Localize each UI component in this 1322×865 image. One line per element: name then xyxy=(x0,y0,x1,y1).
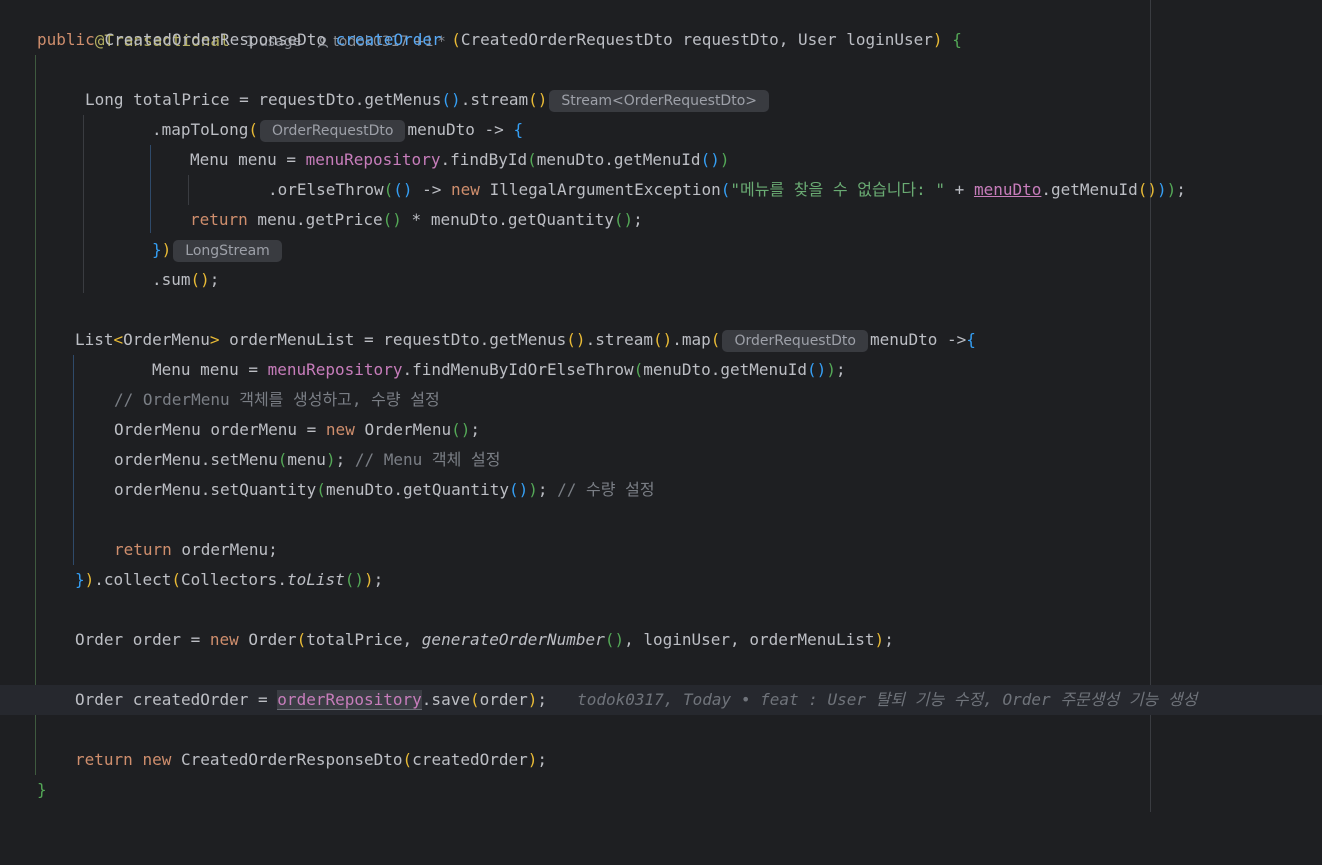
method-params: CreatedOrderRequestDto requestDto, User … xyxy=(460,30,933,49)
code-text: order xyxy=(479,690,528,709)
code-text: orderMenu; xyxy=(171,540,278,559)
code-line: @Transactional 1 usage todok0317 +1 * xyxy=(0,0,1322,50)
code-text: CreatedOrderResponseDto xyxy=(171,750,403,769)
field-reference[interactable]: orderRepository xyxy=(277,690,422,710)
static-method: generateOrderNumber xyxy=(421,630,605,649)
code-line: Menu menu = menuRepository.findById(menu… xyxy=(190,150,730,169)
code-text: .orElseThrow xyxy=(268,180,384,199)
code-line: Long totalPrice = requestDto.getMenus().… xyxy=(0,85,1322,115)
code-text: Menu menu = xyxy=(152,360,268,379)
code-text: menu.getPrice xyxy=(247,210,383,229)
code-text: , loginUser, orderMenuList xyxy=(624,630,875,649)
code-comment: // Menu 객체 설정 xyxy=(354,450,501,469)
code-line: public CreatedOrderResponseDto createOrd… xyxy=(37,30,962,49)
code-line: }) LongStream xyxy=(0,235,1322,265)
code-text: OrderMenu xyxy=(354,420,452,439)
code-line: Menu menu = menuRepository.findMenuByIdO… xyxy=(152,360,846,379)
code-text: .findById xyxy=(440,150,528,169)
static-method: toList xyxy=(286,570,345,589)
keyword: new xyxy=(325,420,355,439)
method-name[interactable]: createOrder xyxy=(336,30,442,49)
current-code-line: Order createdOrder = orderRepository.sav… xyxy=(0,685,1322,715)
type-name: CreatedOrderResponseDto xyxy=(104,30,326,49)
code-line: } xyxy=(0,775,1322,805)
type-hint: Stream<OrderRequestDto> xyxy=(549,89,769,112)
code-line: Order order = new Order(totalPrice, gene… xyxy=(75,630,894,649)
code-line: OrderMenu orderMenu = new OrderMenu(); xyxy=(114,420,481,439)
code-text: Order createdOrder = xyxy=(75,690,278,709)
keyword: new xyxy=(142,750,172,769)
code-text: totalPrice, xyxy=(306,630,422,649)
code-text: .stream xyxy=(460,90,529,109)
keyword: new xyxy=(209,630,239,649)
type-hint: LongStream xyxy=(173,239,282,262)
code-text: .getMenuId xyxy=(1041,180,1138,199)
code-text: Collectors. xyxy=(180,570,287,589)
captured-variable[interactable]: menuDto xyxy=(974,180,1041,199)
code-line: orderMenu.setQuantity(menuDto.getQuantit… xyxy=(114,480,655,499)
code-text: .map xyxy=(672,330,711,349)
code-text: -> xyxy=(412,180,452,199)
git-blame-annotation[interactable]: todok0317, Today • feat : User 탈퇴 기능 수정,… xyxy=(577,690,1197,709)
code-text: .sum xyxy=(152,270,191,289)
code-text: menuDto.getQuantity xyxy=(325,480,509,499)
field-reference[interactable]: menuRepository xyxy=(268,360,403,379)
code-text: OrderMenu orderMenu = xyxy=(114,420,326,439)
code-text: .stream xyxy=(585,330,653,349)
code-text: menuDto.getMenuId xyxy=(643,360,808,379)
code-comment: // 수량 설정 xyxy=(557,480,655,499)
code-text: .collect xyxy=(94,570,172,589)
code-text: menuDto.getMenuId xyxy=(536,150,701,169)
code-line: }).collect(Collectors.toList()); xyxy=(75,570,384,589)
code-text: + xyxy=(945,180,974,199)
code-text: Order order = xyxy=(75,630,210,649)
code-text: IllegalArgumentException xyxy=(479,180,721,199)
code-comment: // OrderMenu 객체를 생성하고, 수량 설정 xyxy=(114,390,440,409)
code-line: .sum(); xyxy=(152,270,220,289)
keyword: return xyxy=(190,210,248,229)
field-reference[interactable]: menuRepository xyxy=(306,150,441,169)
type-hint: OrderRequestDto xyxy=(259,119,406,142)
code-line: .orElseThrow(() -> new IllegalArgumentEx… xyxy=(268,180,1186,199)
string-literal: "메뉴를 찾을 수 없습니다: " xyxy=(730,180,946,199)
code-text: Menu menu = xyxy=(190,150,306,169)
code-text: menuDto -> xyxy=(869,330,967,349)
code-text: Order xyxy=(238,630,297,649)
code-text: * menuDto.getQuantity xyxy=(401,210,614,229)
code-text: orderMenu.setQuantity xyxy=(114,480,317,499)
code-text: .mapToLong xyxy=(152,120,249,139)
code-line: return menu.getPrice() * menuDto.getQuan… xyxy=(190,210,643,229)
code-text: Long totalPrice = requestDto.getMenus xyxy=(85,90,442,109)
code-line: List<OrderMenu> orderMenuList = requestD… xyxy=(0,325,1322,355)
code-text: menuDto -> xyxy=(407,120,514,139)
code-line: // OrderMenu 객체를 생성하고, 수량 설정 xyxy=(0,385,1322,415)
keyword: return xyxy=(114,540,172,559)
closing-brace: } xyxy=(37,780,47,799)
code-line: .mapToLong(OrderRequestDto menuDto -> { xyxy=(0,115,1322,145)
code-text: menu xyxy=(287,450,326,469)
code-line: return new CreatedOrderResponseDto(creat… xyxy=(75,750,548,769)
code-text: List xyxy=(75,330,114,349)
keyword: public xyxy=(37,30,95,49)
code-line: return orderMenu; xyxy=(0,535,1322,565)
code-text: orderMenu.setMenu xyxy=(114,450,278,469)
type-hint: OrderRequestDto xyxy=(722,329,868,352)
code-text: OrderMenu xyxy=(123,330,210,349)
keyword: return xyxy=(75,750,133,769)
code-line: orderMenu.setMenu(menu); // Menu 객체 설정 xyxy=(114,450,501,469)
code-text: .findMenuByIdOrElseThrow xyxy=(402,360,634,379)
code-text: orderMenuList = requestDto.getMenus xyxy=(219,330,567,349)
code-text: .save xyxy=(421,690,470,709)
keyword: new xyxy=(451,180,480,199)
code-text: createdOrder xyxy=(412,750,528,769)
code-editor[interactable]: @Transactional 1 usage todok0317 +1 * publ… xyxy=(0,0,1322,812)
